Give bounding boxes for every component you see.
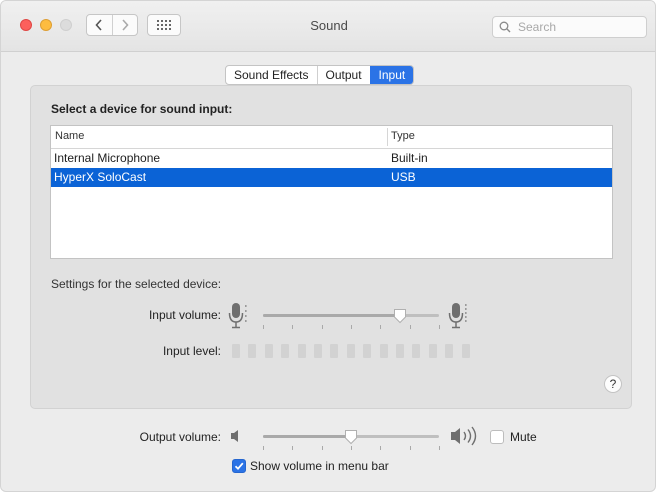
slider-tick	[321, 325, 323, 329]
device-type: USB	[391, 170, 416, 184]
checkmark-icon	[234, 462, 244, 471]
microphone-icon	[228, 303, 247, 329]
output-volume-fill	[263, 435, 351, 438]
magnifier-icon	[499, 21, 511, 33]
level-segment	[281, 344, 290, 358]
column-header-type[interactable]: Type	[391, 130, 415, 142]
sound-preferences-window: Sound Sound Effects Output Input Select …	[0, 0, 656, 492]
settings-section-label: Settings for the selected device:	[51, 277, 222, 291]
tab-input[interactable]: Input	[369, 66, 414, 84]
slider-tick	[351, 446, 352, 450]
table-row-selected[interactable]: HyperX SoloCast USB	[51, 168, 612, 187]
slider-tick	[263, 325, 264, 329]
search-field[interactable]	[492, 16, 647, 38]
slider-tick	[439, 325, 440, 329]
column-divider[interactable]	[387, 128, 388, 146]
table-row[interactable]: Internal Microphone Built-in	[51, 149, 612, 168]
tab-output[interactable]: Output	[316, 66, 370, 84]
slider-tick	[292, 325, 294, 329]
level-segment	[461, 344, 470, 358]
speaker-high-icon	[451, 426, 477, 446]
title-bar: Sound	[1, 1, 655, 52]
column-header-name[interactable]: Name	[55, 130, 84, 142]
tab-sound-effects[interactable]: Sound Effects	[226, 66, 316, 84]
slider-tick	[409, 446, 411, 450]
level-segment	[232, 344, 240, 358]
level-segment	[314, 344, 322, 358]
slider-tick	[380, 325, 382, 329]
input-device-table[interactable]: Name Type Internal Microphone Built-in H…	[50, 125, 613, 259]
level-segment	[363, 344, 372, 358]
level-segment	[297, 344, 306, 358]
input-volume-label: Input volume:	[148, 308, 221, 322]
output-volume-thumb[interactable]	[344, 429, 358, 445]
output-volume-label: Output volume:	[139, 430, 221, 444]
level-segment	[428, 344, 437, 358]
search-input[interactable]	[516, 19, 640, 35]
level-segment	[264, 344, 273, 358]
device-select-heading: Select a device for sound input:	[51, 102, 233, 116]
slider-tick	[351, 325, 352, 329]
help-button[interactable]: ?	[604, 375, 622, 393]
mute-label[interactable]: Mute	[510, 430, 537, 444]
level-segment	[412, 344, 421, 358]
input-volume-thumb[interactable]	[393, 308, 407, 324]
slider-tick	[292, 446, 294, 450]
device-name: Internal Microphone	[54, 151, 161, 165]
device-name: HyperX SoloCast	[54, 170, 147, 184]
show-volume-in-menu-bar-checkbox[interactable]	[232, 459, 246, 473]
show-volume-in-menu-bar-label[interactable]: Show volume in menu bar	[250, 459, 389, 473]
speaker-low-icon	[231, 430, 238, 442]
microphone-icon	[448, 303, 467, 329]
level-segment	[248, 344, 257, 358]
slider-tick	[321, 446, 323, 450]
level-segment	[330, 344, 339, 358]
input-level-label: Input level:	[162, 344, 221, 358]
slider-tick	[439, 446, 440, 450]
level-segment	[396, 344, 404, 358]
slider-tick	[380, 446, 382, 450]
mute-checkbox[interactable]	[490, 430, 504, 444]
level-segment	[346, 344, 355, 358]
device-type: Built-in	[391, 151, 428, 165]
slider-tick	[263, 446, 264, 450]
level-segment	[379, 344, 388, 358]
level-segment	[445, 344, 454, 358]
table-header: Name Type	[51, 126, 612, 149]
tab-bar: Sound Effects Output Input	[225, 65, 415, 85]
input-volume-fill	[263, 314, 401, 317]
slider-tick	[409, 325, 411, 329]
input-volume-slider[interactable]	[263, 314, 439, 317]
